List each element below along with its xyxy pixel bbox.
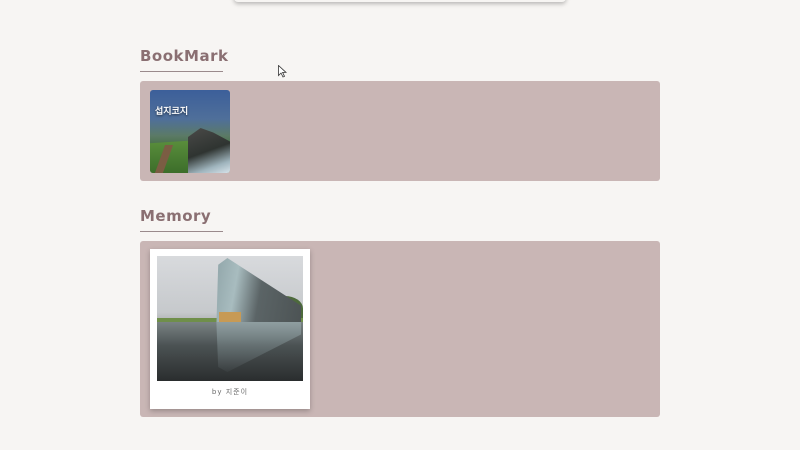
- top-bar: [234, 0, 566, 2]
- bookmark-card-label: 섭지코지: [155, 107, 189, 117]
- mouse-cursor-icon: [278, 65, 287, 78]
- bookmark-title: BookMark: [140, 47, 229, 65]
- bookmark-card[interactable]: 섭지코지: [150, 90, 230, 173]
- bookmark-image-cliff: [188, 128, 230, 173]
- bookmark-title-underline: [140, 71, 223, 72]
- bookmark-panel: 섭지코지: [140, 81, 660, 181]
- memory-photo-caption: by 지준이: [211, 388, 249, 396]
- memory-photo: [157, 256, 303, 381]
- memory-panel: by 지준이: [140, 241, 660, 417]
- memory-title-underline: [140, 231, 223, 232]
- memory-title: Memory: [140, 207, 212, 225]
- memory-polaroid-card[interactable]: by 지준이: [150, 249, 310, 409]
